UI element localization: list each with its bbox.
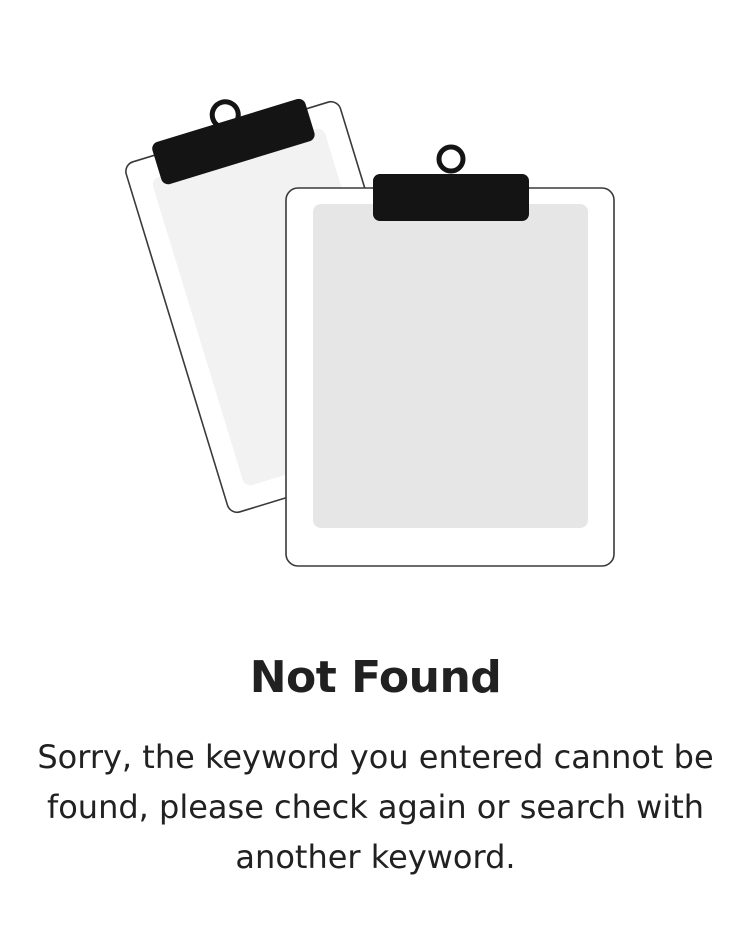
not-found-message: Sorry, the keyword you entered cannot be… (37, 738, 714, 876)
front-clipboard-ring (436, 144, 466, 174)
front-clipboard-sheet (313, 204, 588, 528)
front-clipboard-icon (285, 144, 615, 567)
empty-clipboards-illustration (125, 98, 615, 567)
not-found-title: Not Found (249, 652, 502, 703)
front-clipboard-clip (373, 174, 529, 221)
